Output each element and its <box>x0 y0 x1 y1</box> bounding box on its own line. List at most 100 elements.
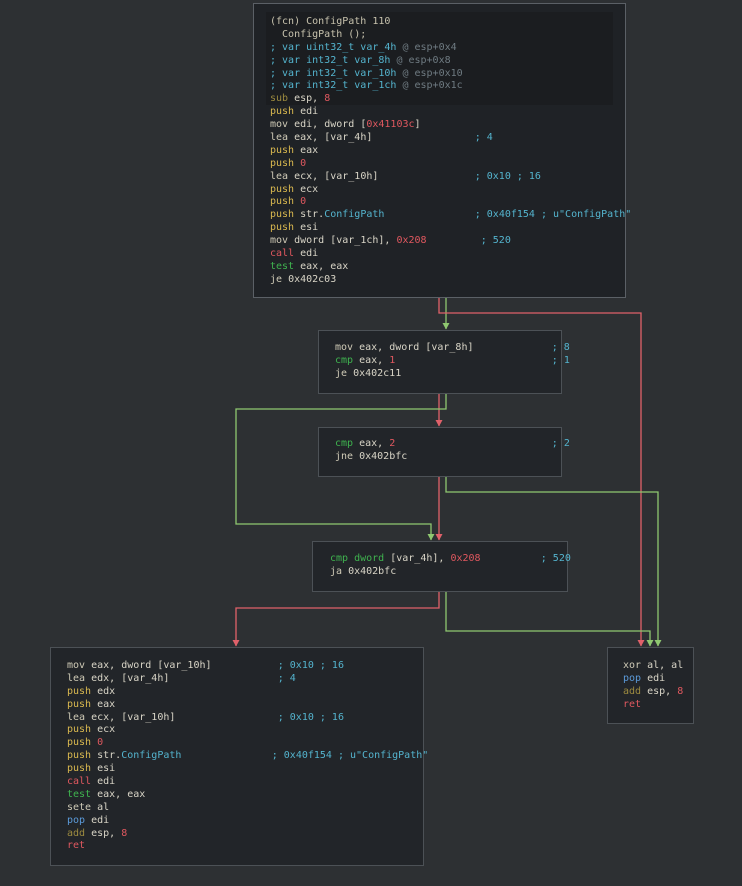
code-token: 8 <box>121 827 128 839</box>
code-line: push esi <box>270 222 631 235</box>
code-token: ; 1 <box>551 354 570 366</box>
arrowhead-icon <box>232 640 240 647</box>
code-token: eax <box>97 698 116 710</box>
code-token: dword [var_1ch], <box>294 235 397 247</box>
code-token: push <box>270 209 301 221</box>
code-token: al <box>97 801 110 813</box>
code-token: edi <box>300 106 319 118</box>
code-token: ; var uint32_t var_4h <box>270 41 403 53</box>
edge-b3-to-b4-false <box>235 592 440 646</box>
code-token: pop <box>623 672 648 684</box>
code-token: sete <box>67 801 98 813</box>
code-block-check-eax-2[interactable]: cmp eax, 2 ; 2 jne 0x402bfc <box>318 427 570 477</box>
code-line: ret <box>67 840 428 853</box>
code-line: ja 0x402bfc <box>330 566 571 579</box>
code-token: eax, <box>359 354 390 366</box>
code-token: ConfigPath <box>121 750 182 762</box>
code-token: edi <box>647 672 666 684</box>
graph-canvas[interactable]: (fcn) ConfigPath 110 ConfigPath ();; var… <box>0 0 742 886</box>
code-line: cmp dword [var_4h], 0x208 ; 520 <box>330 553 571 566</box>
block-lines: (fcn) ConfigPath 110 ConfigPath ();; var… <box>270 16 631 287</box>
code-line: push str.ConfigPath ; 0x40f154 ; u"Confi… <box>270 209 631 222</box>
code-token: pop <box>67 814 92 826</box>
code-token: test <box>67 788 98 800</box>
code-line: push ecx <box>67 724 428 737</box>
code-token: ConfigPath (); <box>270 28 367 40</box>
code-token: lea <box>270 132 295 144</box>
code-line: push eax <box>270 145 631 158</box>
code-block-query-path[interactable]: mov eax, dword [var_10h] ; 0x10 ; 16 lea … <box>50 647 428 866</box>
code-line: cmp eax, 2 ; 2 <box>335 438 570 451</box>
block-lines: cmp dword [var_4h], 0x208 ; 520 ja 0x402b… <box>330 553 571 579</box>
code-token: ; 4 <box>474 132 493 144</box>
code-token: eax, eax <box>97 788 146 800</box>
code-token: ; 2 <box>551 438 570 449</box>
code-token: esp, <box>294 93 325 105</box>
code-token: str. <box>300 209 325 221</box>
code-token: ret <box>623 698 642 710</box>
code-line: push 0 <box>270 196 631 209</box>
code-token: je <box>270 273 289 285</box>
code-token: eax, dword [var_10h] <box>91 660 278 671</box>
code-token: ecx, [var_10h] <box>294 170 475 182</box>
code-token: lea <box>67 672 92 684</box>
code-line: pop edi <box>67 815 428 828</box>
code-token: @ esp+0x4 <box>402 41 457 53</box>
code-token: push <box>270 222 301 234</box>
code-line: call edi <box>270 248 631 261</box>
code-block-check-var8h[interactable]: mov eax, dword [var_8h] ; 8 cmp eax, 1 ; … <box>318 330 570 394</box>
code-token: cmp <box>335 354 360 366</box>
code-token: eax, dword [var_8h] <box>359 342 552 353</box>
code-token: esi <box>300 222 319 234</box>
code-token: push <box>67 698 98 710</box>
arrowhead-icon <box>637 640 645 647</box>
code-line: lea ecx, [var_10h] ; 0x10 ; 16 <box>67 712 428 725</box>
code-token: 0 <box>300 196 307 208</box>
code-token: ; 0x10 ; 16 <box>474 170 541 182</box>
code-token: lea <box>270 170 295 182</box>
code-token: ] <box>414 119 421 131</box>
code-token: 0 <box>97 737 104 749</box>
code-token: str. <box>97 750 122 762</box>
code-token: ; 0x10 ; 16 <box>277 660 344 671</box>
code-line: ret <box>623 699 683 712</box>
code-token: edi <box>91 814 110 826</box>
code-token: ja <box>330 565 349 577</box>
code-line: ; var uint32_t var_4h @ esp+0x4 <box>270 42 631 55</box>
code-token: (fcn) ConfigPath 110 <box>270 16 391 27</box>
code-token: 0x402c11 <box>353 367 402 379</box>
code-token: edx, [var_4h] <box>91 672 278 684</box>
code-line: push edi <box>270 106 631 119</box>
code-token: ; 8 <box>551 342 570 353</box>
code-line: push esi <box>67 763 428 776</box>
code-line: add esp, 8 <box>67 828 428 841</box>
code-line: push 0 <box>67 737 428 750</box>
code-token: edi <box>300 248 319 260</box>
code-token: mov <box>67 660 92 671</box>
code-token: call <box>67 776 98 788</box>
code-line: mov eax, dword [var_10h] ; 0x10 ; 16 <box>67 660 428 673</box>
code-token: ret <box>67 840 86 852</box>
code-block-entry[interactable]: (fcn) ConfigPath 110 ConfigPath ();; var… <box>253 3 631 298</box>
code-token: ConfigPath <box>324 209 385 221</box>
code-token: 0 <box>300 157 307 169</box>
code-line: test eax, eax <box>270 261 631 274</box>
code-line: push str.ConfigPath ; 0x40f154 ; u"Confi… <box>67 750 428 763</box>
arrowhead-icon <box>435 534 443 541</box>
code-line: add esp, 8 <box>623 686 683 699</box>
code-token: edi, dword [ <box>294 119 367 131</box>
code-token: @ esp+0x10 <box>402 67 463 79</box>
arrowhead-icon <box>435 420 443 427</box>
code-token: ecx, [var_10h] <box>91 711 278 723</box>
code-token: add <box>623 685 648 697</box>
code-token: test <box>270 260 301 272</box>
code-block-return-false[interactable]: xor al, al pop edi add esp, 8 ret <box>607 647 694 724</box>
code-token: push <box>67 724 98 736</box>
arrowhead-icon <box>646 640 654 647</box>
code-block-check-var4h[interactable]: cmp dword [var_4h], 0x208 ; 520 ja 0x402b… <box>312 541 571 592</box>
code-token: dword <box>354 553 391 564</box>
arrowhead-icon <box>442 323 450 330</box>
code-line: lea eax, [var_4h] ; 4 <box>270 132 631 145</box>
